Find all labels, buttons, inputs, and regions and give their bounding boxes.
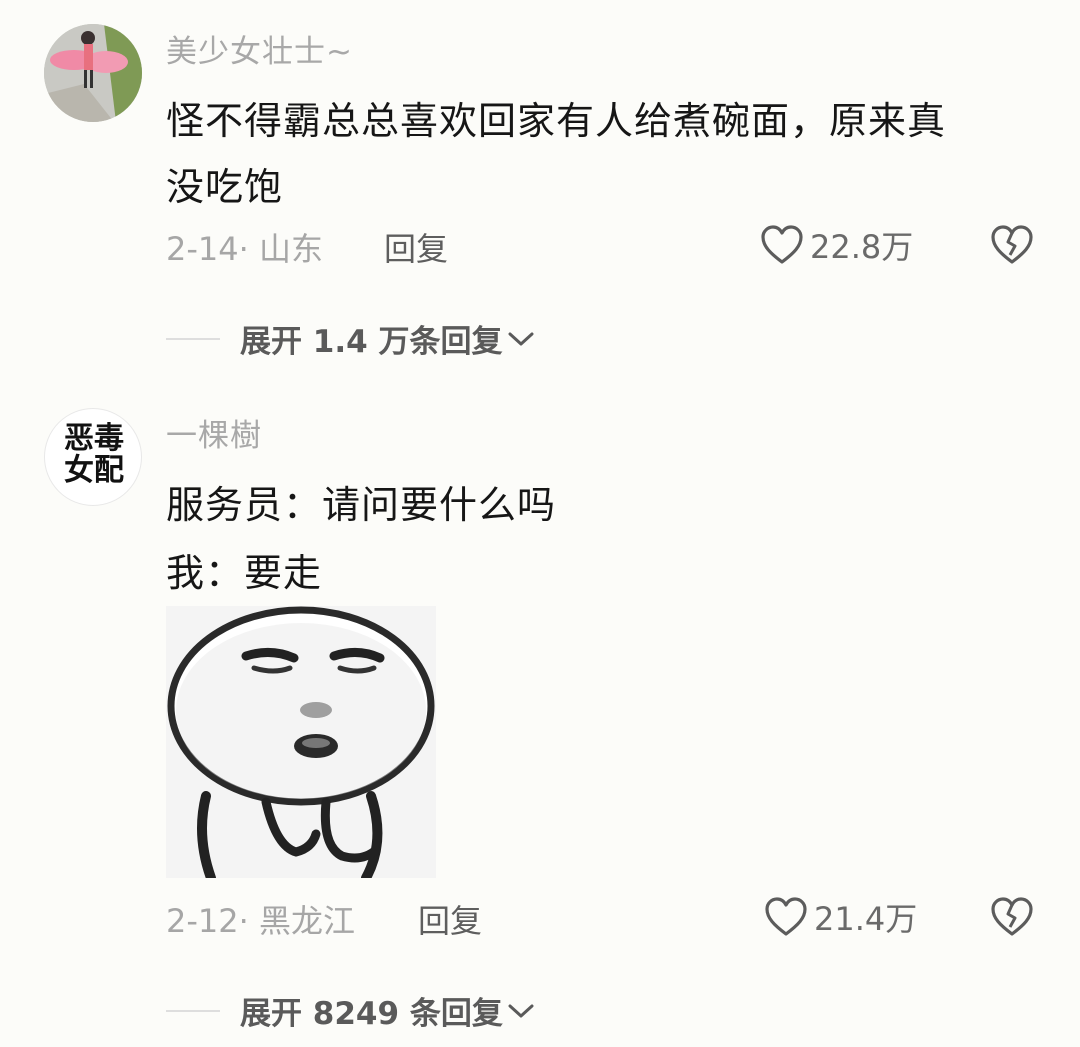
avatar[interactable] [44, 24, 142, 122]
like-button[interactable]: 22.8万 [760, 222, 913, 268]
avatar-text-line: 恶毒 [64, 421, 124, 456]
like-count: 21.4万 [814, 900, 918, 938]
comment-text-line: 没吃饱 [166, 165, 284, 209]
dislike-button[interactable] [990, 896, 1034, 942]
heart-icon [765, 897, 807, 936]
avatar-text-line: 女配 [64, 453, 124, 488]
divider-line [166, 337, 220, 340]
comment-text-line: 怪不得霸总总喜欢回家有人给煮碗面，原来真 [166, 99, 947, 143]
divider-line [166, 1009, 220, 1012]
avatar[interactable]: 恶毒 女配 [44, 408, 142, 506]
date-location: 2-14· 山东 [166, 230, 323, 268]
meme-face-sticker [166, 606, 436, 878]
dislike-button[interactable] [990, 224, 1034, 270]
expand-replies-label: 展开 1.4 万条回复 [240, 324, 503, 360]
broken-heart-icon [991, 225, 1033, 264]
chevron-down-icon [508, 1004, 534, 1017]
like-button[interactable]: 21.4万 [764, 894, 917, 940]
chevron-down-icon [508, 332, 534, 345]
username[interactable]: 一棵樹 [166, 410, 262, 455]
comment-text-line: 服务员：请问要什么吗 [166, 483, 557, 527]
avatar-photo [44, 24, 142, 122]
expand-replies[interactable]: 展开 8249 条回复 [166, 988, 535, 1033]
expand-replies-label: 展开 8249 条回复 [240, 996, 503, 1032]
broken-heart-icon [991, 897, 1033, 936]
reply-button[interactable]: 回复 [418, 896, 482, 942]
heart-icon [761, 225, 803, 264]
date-location: 2-12· 黑龙江 [166, 902, 355, 940]
meme-sticker-image[interactable] [166, 606, 436, 878]
username[interactable]: 美少女壮士~ [166, 26, 353, 71]
expand-replies[interactable]: 展开 1.4 万条回复 [166, 316, 535, 361]
avatar-text: 恶毒 女配 [45, 421, 141, 488]
reply-button[interactable]: 回复 [384, 224, 448, 270]
like-count: 22.8万 [810, 228, 914, 266]
comment-text-line: 我：要走 [166, 551, 323, 595]
